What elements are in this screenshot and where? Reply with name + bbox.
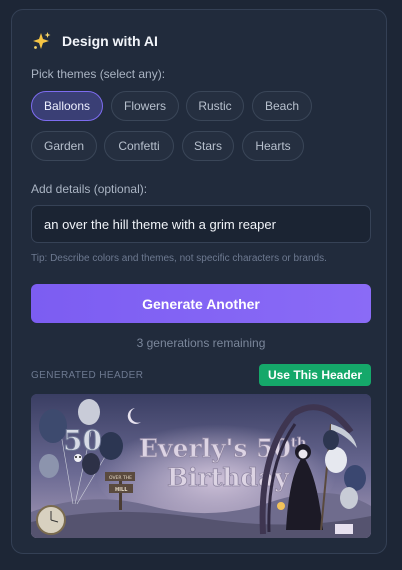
sign-text-bottom: HILL — [115, 487, 128, 493]
details-input-value: an over the hill theme with a grim reape… — [44, 216, 276, 232]
pocket-watch-icon — [36, 505, 66, 535]
design-with-ai-panel: Design with AI Pick themes (select any):… — [11, 9, 387, 554]
theme-chip-confetti[interactable]: Confetti — [104, 131, 174, 161]
details-tip: Tip: Describe colors and themes, not spe… — [31, 253, 327, 264]
details-input[interactable]: an over the hill theme with a grim reape… — [31, 205, 371, 243]
header-illustration: 50 OVER THE HILL Everly's 50th Birthday — [31, 394, 371, 538]
theme-chip-balloons[interactable]: Balloons — [31, 91, 103, 121]
theme-chip-beach[interactable]: Beach — [252, 91, 312, 121]
use-this-header-button[interactable]: Use This Header — [259, 364, 371, 386]
generate-another-button[interactable]: Generate Another — [31, 284, 371, 323]
generated-header-label: GENERATED HEADER — [31, 370, 144, 381]
theme-chip-garden[interactable]: Garden — [31, 131, 97, 161]
panel-title: Design with AI — [62, 33, 158, 49]
generated-header-preview: 50 OVER THE HILL Everly's 50th Birthday — [31, 394, 371, 538]
theme-chip-hearts[interactable]: Hearts — [242, 131, 304, 161]
theme-chip-rustic[interactable]: Rustic — [186, 91, 244, 121]
sparkles-icon — [33, 32, 51, 49]
themes-label: Pick themes (select any): — [31, 67, 166, 81]
details-label: Add details (optional): — [31, 182, 148, 196]
theme-chip-flowers[interactable]: Flowers — [111, 91, 179, 121]
generations-remaining-text: 3 generations remaining — [136, 336, 266, 350]
balloon-number-text: 50 — [63, 424, 102, 457]
theme-chip-stars[interactable]: Stars — [182, 131, 234, 161]
sign-text-top: OVER THE — [109, 475, 132, 481]
panel-header: Design with AI — [32, 31, 158, 51]
